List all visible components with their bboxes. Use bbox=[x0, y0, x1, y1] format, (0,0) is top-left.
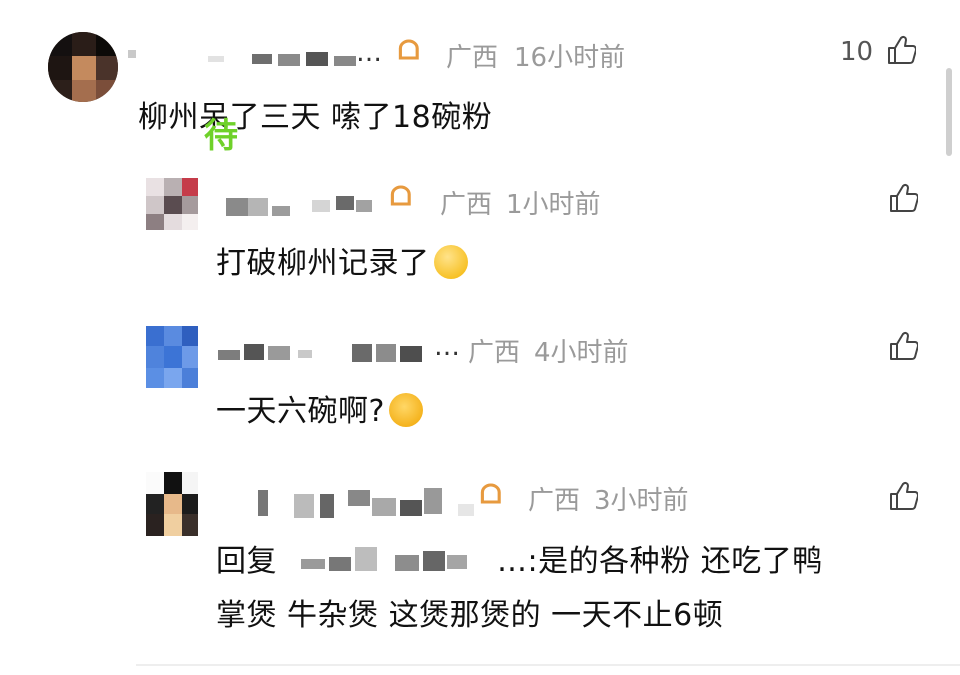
thumbs-up-icon[interactable] bbox=[888, 182, 918, 214]
comment-location: 广西 bbox=[446, 43, 499, 73]
reply-location: 广西 bbox=[440, 190, 493, 220]
reply-location: 广西 bbox=[528, 486, 581, 516]
reply-target-ellipsis: … bbox=[497, 544, 528, 579]
thinking-face-icon bbox=[433, 245, 468, 279]
comment-time: 16小时前 bbox=[514, 43, 626, 73]
reply-time: 1小时前 bbox=[506, 190, 601, 220]
watermark-glyph: 待 bbox=[204, 116, 238, 156]
reply-location: 广西 bbox=[468, 338, 521, 368]
divider bbox=[136, 664, 960, 666]
username-blurred[interactable] bbox=[236, 486, 476, 520]
vip-badge-icon: ᗝ bbox=[398, 36, 420, 66]
username-ellipsis: … bbox=[356, 38, 382, 68]
vip-badge-icon: ᗝ bbox=[480, 480, 502, 510]
comment-text: 柳州呆了三天 嗦了18碗粉 bbox=[138, 100, 493, 135]
reply-text-line1: 回复 …:是的各种粉 还吃了鸭 bbox=[216, 536, 823, 580]
username-ellipsis: … bbox=[434, 332, 460, 362]
avatar[interactable] bbox=[146, 178, 198, 230]
reply-prefix: 回复 bbox=[216, 544, 277, 579]
username-blurred[interactable] bbox=[226, 192, 386, 222]
vip-badge-icon: ᗝ bbox=[390, 182, 412, 212]
reply-text: 打破柳州记录了 bbox=[216, 238, 468, 282]
reply-text-content: :是的各种粉 还吃了鸭 bbox=[527, 544, 823, 579]
reply-text-content: 一天六碗啊? bbox=[216, 394, 385, 429]
laughing-tears-icon bbox=[388, 393, 423, 427]
reply-time: 4小时前 bbox=[534, 338, 629, 368]
avatar[interactable] bbox=[48, 32, 118, 102]
like-count: 10 bbox=[840, 37, 874, 67]
scrollbar[interactable] bbox=[946, 68, 952, 156]
reply-text: 一天六碗啊? bbox=[216, 386, 423, 430]
reply-text-content: 打破柳州记录了 bbox=[216, 246, 430, 281]
username-blurred[interactable] bbox=[218, 340, 438, 366]
reply-target-blurred[interactable] bbox=[287, 545, 497, 575]
reply-time: 3小时前 bbox=[594, 486, 689, 516]
reply-text-line2: 掌煲 牛杂煲 这煲那煲的 一天不止6顿 bbox=[216, 598, 724, 633]
thumbs-up-icon[interactable] bbox=[888, 330, 918, 362]
username-blurred[interactable] bbox=[128, 44, 388, 72]
thumbs-up-icon[interactable] bbox=[888, 480, 918, 512]
thumbs-up-icon[interactable] bbox=[886, 34, 916, 66]
avatar[interactable] bbox=[146, 472, 198, 536]
avatar[interactable] bbox=[146, 326, 198, 388]
